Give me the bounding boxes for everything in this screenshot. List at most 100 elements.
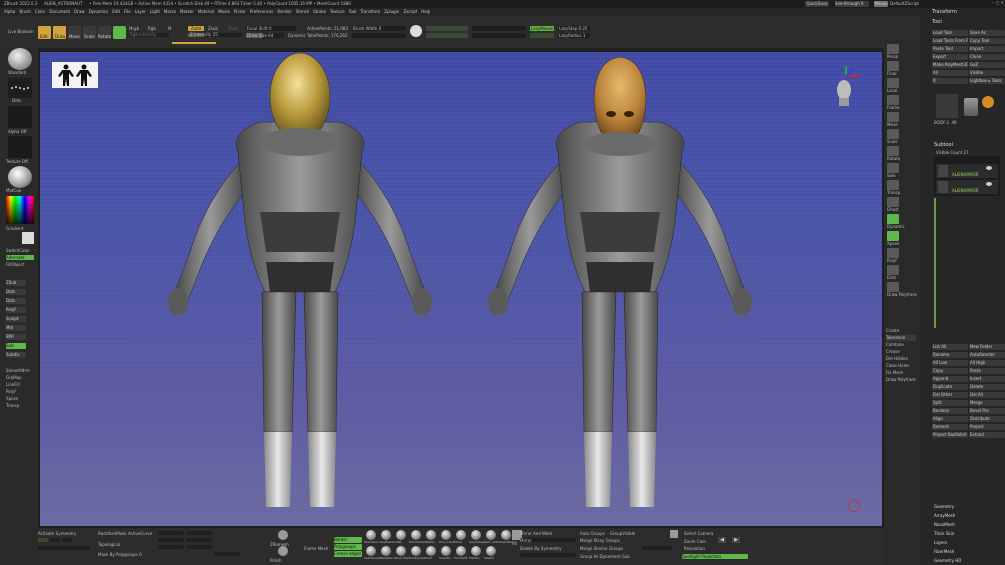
right-extra-combine[interactable]: Combine [886,342,916,348]
prev-arrow-icon[interactable]: ◀ [718,537,726,543]
rgb-button[interactable]: Rgb [148,26,158,31]
menu-zscript[interactable]: Zscript [403,9,417,15]
right-extra-draw-polyframe[interactable]: Draw Polyframe [886,377,916,383]
menu-dynamics[interactable]: Dynamics [89,9,109,15]
left-toggle-subdiv-8[interactable]: Subdiv [6,352,26,358]
curve-mode-crease-edges[interactable]: Crease edges [334,551,362,557]
brush-width-slider[interactable]: Brush Width 0 [352,26,406,31]
subtool-op-distribute[interactable]: Distribute [969,416,1005,422]
bottom-option-slider-d[interactable] [186,531,212,535]
cylinder-tool-thumb[interactable] [964,98,978,116]
option-slider-d[interactable] [472,33,526,38]
zsub-button[interactable]: Zsub [208,26,222,31]
subtool-op-project[interactable]: Project [969,424,1005,430]
menu-preferences[interactable]: Preferences [250,9,274,15]
see-through-slider[interactable]: See-through 0 [835,1,869,7]
spotlight-projection-button[interactable]: Spotlight Projection [682,554,748,559]
select-camera-button[interactable]: Select Camera [684,531,724,536]
switch-color-button[interactable]: SwitchColor [6,248,36,253]
merge-stray-groups-button[interactable]: Merge Stray Groups [580,538,630,543]
right-extra-create[interactable]: Create [886,328,916,334]
left-bottom-linefill-2[interactable]: LineFill [6,382,36,388]
brush-standard-0[interactable]: Standard [364,530,379,546]
tool-section-geometry[interactable]: Geometry [934,504,1004,511]
silhouette-thumbnail[interactable] [52,62,98,88]
right-extra-del-hidden[interactable]: Del Hidden [886,356,916,362]
menu-material[interactable]: Material [198,9,214,15]
mask-by-polygroups-slider[interactable]: Mask By Polygroups 0 [98,552,144,557]
brush-pinch-14[interactable]: Pinch [424,546,439,562]
tool-btn-import[interactable]: Import [969,46,1005,52]
edit-button[interactable]: Edit [38,26,51,39]
subtool-op-del-all[interactable]: Del All [969,392,1005,398]
mirror-option-slider[interactable] [520,553,576,557]
lazyradius-slider[interactable]: LazyRadius 1 [558,33,590,38]
left-bottom-xpose-4[interactable]: Xpose [6,396,36,402]
left-toggle-sub-7[interactable]: Sub [6,343,26,349]
menu-marker[interactable]: Marker [180,9,194,15]
quicksave-button[interactable]: QuickSave [805,1,829,7]
brush-smooth-15[interactable]: Smooth [439,546,454,562]
window-controls-icon[interactable]: – ▢ ✕ [980,0,1004,5]
subtool-op-del-other[interactable]: Del Other [932,392,968,398]
tool-btn-load-tools-from-project[interactable]: Load Tools From Project [932,38,968,44]
tool-section-nanomesh[interactable]: NanoMesh [934,522,1004,529]
brush-hpolish-4[interactable]: hPolish [424,530,439,546]
visible-count[interactable]: Visible Count 27 [936,150,996,155]
tool-btn-load-tool[interactable]: Load Tool [932,30,968,36]
menu-tool[interactable]: Tool [349,9,357,15]
subtool-op-boolean[interactable]: Boolean [932,408,968,414]
brush-claytubes-7[interactable]: ClayTubes [469,530,484,546]
matcap-icon[interactable] [8,166,32,188]
spotlight-icon[interactable] [410,25,422,37]
menu-transform[interactable]: Transform [360,9,380,15]
backface-mask-button[interactable]: BackfaceMask [98,531,128,536]
subtool-op-copy[interactable]: Copy [932,368,968,374]
tool-section-layers[interactable]: Layers [934,540,1004,547]
fill-object-button[interactable]: FillObject [6,262,36,267]
right-extra-tolerance[interactable]: Tolerance [886,335,916,341]
brush-trimdynamic-13[interactable]: TrimDynamic [409,546,424,562]
subtool-op-new-folder[interactable]: New Folder [969,344,1005,350]
group-option-slider[interactable] [642,546,672,550]
move-button[interactable]: Move [68,26,81,39]
menus-toggle[interactable]: Menus [874,1,888,7]
menu-zplugin[interactable]: Zplugin [384,9,399,15]
right-tray-dots[interactable]: Dots [886,265,916,280]
subtool-op-duplicate[interactable]: Duplicate [932,384,968,390]
zremesh-icon[interactable] [278,530,288,540]
menu-document[interactable]: Document [49,9,70,15]
group-visible-button[interactable]: GroupVisible [610,531,638,536]
delete-by-symmetry-button[interactable]: Delete By Symmetry [520,546,568,551]
symmetry-z-button[interactable] [62,538,72,542]
activate-symmetry-button[interactable]: Activate Symmetry [38,531,78,536]
menu-help[interactable]: Help [421,9,430,15]
right-extra-crease[interactable]: Crease [886,349,916,355]
right-tray-polyf[interactable]: PolyF [886,248,916,263]
left-toggle-bpr-6[interactable]: BPR [6,334,26,340]
symmetry-radial-slider[interactable] [38,546,90,550]
dots-stroke-icon[interactable] [8,78,32,98]
mirror-and-weld-button[interactable]: Mirror And Weld [520,531,560,536]
standard-brush-icon[interactable] [8,48,32,70]
bottom-option-slider-e[interactable] [186,538,212,542]
brush-flatten-17[interactable]: Flatten [469,546,484,562]
right-tray-draw-polyframe[interactable]: Draw Polyframe [886,282,917,297]
subtool-op-paste[interactable]: Paste [969,368,1005,374]
rotate-button[interactable]: Rotate [98,26,111,39]
tool-section-geometry-hd[interactable]: Geometry HD [934,558,1004,565]
left-bottom-smoothnrm-0[interactable]: SmoothNrm [6,368,36,374]
brush-move-topological-12[interactable]: Move Topological [394,546,409,562]
material-sphere-icon[interactable] [113,26,126,39]
tool-header[interactable]: Tool [932,19,992,25]
tool-btn-paste-tool[interactable]: Paste Tool [932,46,968,52]
curve-mode-border[interactable]: Border [334,537,362,543]
left-toggle-polyf-3[interactable]: PolyF [6,307,26,313]
right-tray-transp[interactable]: Transp [886,180,916,195]
menu-stroke[interactable]: Stroke [313,9,326,15]
subtool-op-insert[interactable]: Insert [969,376,1005,382]
left-bottom-transp-5[interactable]: Transp [6,403,36,409]
brush-dam-standard-8[interactable]: Dam_Standard [484,530,499,546]
dynamic-button[interactable]: Dynamic [288,33,306,38]
subtool-op-append[interactable]: Append [932,376,968,382]
